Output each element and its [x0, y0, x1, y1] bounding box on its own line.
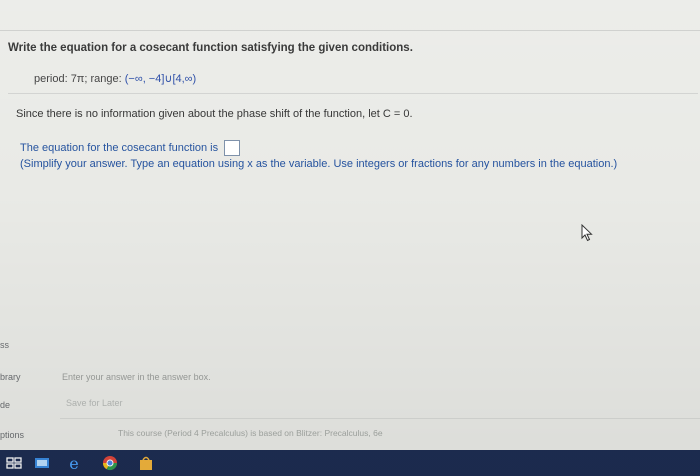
sidebar-item-1[interactable]: ss [0, 340, 9, 350]
enter-answer-hint: Enter your answer in the answer box. [62, 372, 211, 382]
conditions-line: period: 7π; range: (−∞, −4]∪[4,∞) [34, 72, 196, 85]
answer-hint: (Simplify your answer. Type an equation … [20, 158, 618, 170]
footer-divider [60, 418, 700, 419]
windows-taskbar: e [0, 450, 700, 476]
top-divider [0, 30, 700, 31]
sidebar-item-3[interactable]: de [0, 400, 10, 410]
section-divider [8, 93, 698, 94]
phase-shift-note: Since there is no information given abou… [16, 108, 413, 120]
course-footer: This course (Period 4 Precalculus) is ba… [118, 428, 383, 438]
sidebar-item-options[interactable]: ptions [0, 430, 24, 440]
save-for-later-button[interactable]: Save for Later [66, 398, 123, 408]
files-icon[interactable] [34, 455, 50, 471]
equation-label: The equation for the cosecant function i… [20, 141, 219, 154]
chrome-icon[interactable] [102, 455, 118, 471]
question-title: Write the equation for a cosecant functi… [8, 42, 413, 54]
edge-icon[interactable]: e [66, 455, 82, 471]
equation-prompt: The equation for the cosecant function i… [20, 140, 241, 156]
store-icon[interactable] [138, 455, 154, 471]
range-value: (−∞, −4]∪[4,∞) [124, 73, 197, 85]
sidebar-item-library[interactable]: brary [0, 372, 21, 382]
question-panel: Write the equation for a cosecant functi… [0, 0, 700, 450]
answer-input[interactable] [224, 140, 241, 156]
mouse-cursor-icon [581, 224, 593, 242]
period-label: period: 7π; range: [34, 73, 122, 85]
task-view-icon[interactable] [6, 455, 22, 471]
left-sidebar: ss brary de ptions [0, 330, 50, 450]
svg-text:e: e [69, 455, 78, 471]
